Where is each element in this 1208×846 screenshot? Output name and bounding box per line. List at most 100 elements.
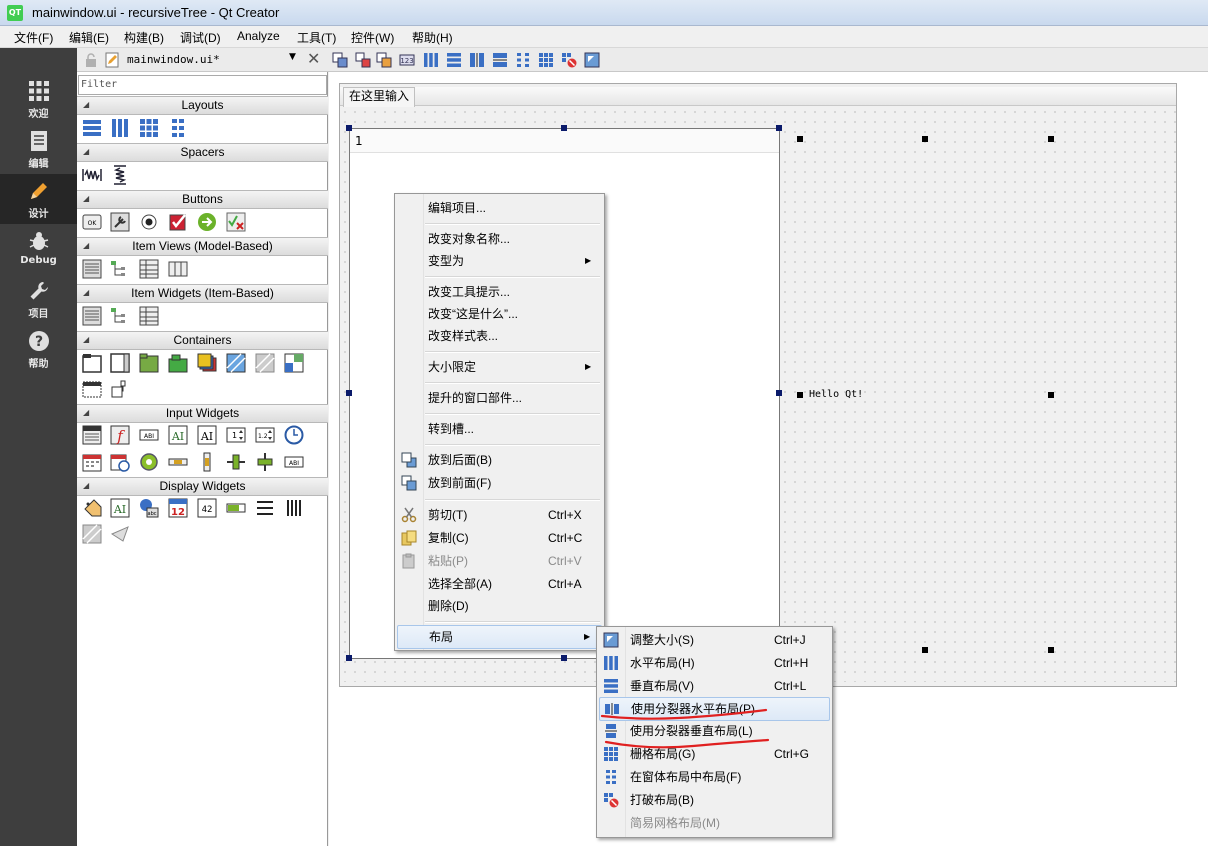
label-icon[interactable]	[82, 498, 102, 518]
menu-item-delete[interactable]: 删除(D)	[397, 595, 600, 617]
menu-item-vertical-layout[interactable]: 垂直布局(V) Ctrl+L	[599, 675, 828, 697]
scroll-area-icon[interactable]	[110, 353, 130, 373]
lcd-number-icon[interactable]: 42	[197, 498, 217, 518]
selection-handle[interactable]	[797, 136, 803, 142]
selection-handle[interactable]	[346, 655, 352, 661]
menu-item-change-object-name[interactable]: 改变对象名称...	[397, 228, 600, 250]
menu-item-change-tooltip[interactable]: 改变工具提示...	[397, 281, 600, 303]
selection-handle[interactable]	[561, 655, 567, 661]
lock-icon[interactable]	[85, 53, 97, 67]
dialog-button-box-icon[interactable]	[226, 212, 246, 232]
selection-handle[interactable]	[922, 647, 928, 653]
selection-handle[interactable]	[922, 136, 928, 142]
stacked-widget-icon[interactable]	[197, 353, 217, 373]
menu-item-paste[interactable]: 粘贴(P) Ctrl+V	[397, 550, 600, 572]
selection-handle[interactable]	[346, 390, 352, 396]
menu-item-bring-to-front[interactable]: 放到前面(F)	[397, 472, 600, 494]
tool-button-icon[interactable]	[110, 212, 130, 232]
text-edit-icon[interactable]: AI	[168, 425, 188, 445]
widget-icon[interactable]	[255, 353, 275, 373]
text-browser-icon[interactable]: AI	[110, 498, 130, 518]
menu-item-break-layout[interactable]: 打破布局(B)	[599, 789, 828, 811]
list-view-icon[interactable]	[82, 259, 102, 279]
vertical-line-icon[interactable]	[284, 498, 304, 518]
collapse-icon[interactable]: ◢	[83, 478, 89, 494]
adjust-size-icon[interactable]	[584, 52, 600, 68]
horizontal-slider-icon[interactable]	[226, 452, 246, 472]
vertical-scroll-bar-icon[interactable]	[197, 452, 217, 472]
splitter-vertical-icon[interactable]	[492, 52, 508, 68]
table-widget-icon[interactable]	[139, 306, 159, 326]
menu-item-change-whats-this[interactable]: 改变“这是什么”...	[397, 303, 600, 325]
line-edit-icon[interactable]: ABI	[139, 425, 159, 445]
grid-layout-icon[interactable]	[538, 52, 554, 68]
combo-box-icon[interactable]	[82, 425, 102, 445]
vertical-layout-icon[interactable]	[446, 52, 462, 68]
menu-debug[interactable]: 调试(D)	[180, 29, 221, 46]
menu-item-go-to-slot[interactable]: 转到槽...	[397, 418, 600, 440]
double-spin-box-icon[interactable]: 1.2	[255, 425, 275, 445]
list-widget-icon[interactable]	[82, 306, 102, 326]
menu-item-layout[interactable]: 布局 ▶	[397, 625, 602, 649]
horizontal-spacer-icon[interactable]	[82, 165, 102, 185]
menu-item-simplify-grid-layout[interactable]: 简易网格布局(M)	[599, 812, 828, 834]
menu-item-size-constraints[interactable]: 大小限定 ▶	[397, 356, 600, 378]
selection-handle[interactable]	[1048, 392, 1054, 398]
menu-item-change-stylesheet[interactable]: 改变样式表...	[397, 325, 600, 347]
form-layout-icon[interactable]	[168, 118, 188, 138]
chevron-down-icon[interactable]: ▼	[289, 52, 296, 62]
mode-welcome[interactable]: 欢迎	[0, 74, 77, 124]
table-view-icon[interactable]	[139, 259, 159, 279]
form-layout-icon[interactable]	[515, 52, 531, 68]
menu-analyze[interactable]: Analyze	[237, 29, 280, 43]
menu-item-select-all[interactable]: 选择全部(A) Ctrl+A	[397, 573, 600, 595]
time-edit-icon[interactable]	[284, 425, 304, 445]
category-layouts[interactable]: ◢ Layouts	[77, 96, 328, 115]
menu-item-send-to-back[interactable]: 放到后面(B)	[397, 449, 600, 471]
menu-file[interactable]: 文件(F)	[14, 29, 53, 46]
quick-widget-icon[interactable]	[110, 524, 130, 544]
dial-icon[interactable]	[139, 452, 159, 472]
mode-projects[interactable]: 项目	[0, 274, 77, 324]
key-sequence-edit-icon[interactable]: ABI	[284, 452, 304, 472]
category-display-widgets[interactable]: ◢ Display Widgets	[77, 477, 328, 496]
selection-handle[interactable]	[1048, 647, 1054, 653]
selection-handle[interactable]	[346, 125, 352, 131]
progress-bar-icon[interactable]	[226, 498, 246, 518]
filter-input[interactable]: Filter	[78, 75, 327, 95]
grid-layout-icon[interactable]	[139, 118, 159, 138]
edit-signals-slots-icon[interactable]	[355, 52, 371, 68]
date-time-edit-icon[interactable]	[110, 452, 130, 472]
menu-item-cut[interactable]: 剪切(T) Ctrl+X	[397, 504, 600, 526]
menu-item-morph-into[interactable]: 变型为 ▶	[397, 250, 600, 272]
column-view-icon[interactable]	[168, 259, 188, 279]
menu-build[interactable]: 构建(B)	[124, 29, 164, 46]
break-layout-icon[interactable]	[561, 52, 577, 68]
mode-help[interactable]: ? 帮助	[0, 324, 77, 374]
selection-handle[interactable]	[797, 392, 803, 398]
mode-design[interactable]: 设计	[0, 174, 77, 224]
horizontal-line-icon[interactable]	[255, 498, 275, 518]
tree-view-icon[interactable]	[110, 259, 130, 279]
graphics-view-icon[interactable]: abc	[139, 498, 159, 518]
selection-handle[interactable]	[776, 390, 782, 396]
push-button-icon[interactable]: OK	[82, 212, 102, 232]
tab-widget-icon[interactable]	[168, 353, 188, 373]
menu-edit[interactable]: 编辑(E)	[69, 29, 109, 46]
edit-buddies-icon[interactable]	[376, 52, 392, 68]
close-icon[interactable]: ✕	[307, 49, 320, 68]
category-containers[interactable]: ◢ Containers	[77, 331, 328, 350]
mdi-area-icon[interactable]	[284, 353, 304, 373]
collapse-icon[interactable]: ◢	[83, 97, 89, 113]
axwidget-icon[interactable]	[110, 379, 130, 399]
menu-item-promoted-widgets[interactable]: 提升的窗口部件...	[397, 387, 600, 409]
command-link-icon[interactable]	[197, 212, 217, 232]
opengl-widget-icon[interactable]	[82, 524, 102, 544]
edit-widgets-icon[interactable]	[332, 52, 348, 68]
horizontal-layout-icon[interactable]	[110, 118, 130, 138]
selection-handle[interactable]	[776, 125, 782, 131]
collapse-icon[interactable]: ◢	[83, 238, 89, 254]
spin-box-icon[interactable]: 1	[226, 425, 246, 445]
splitter-horizontal-icon[interactable]	[469, 52, 485, 68]
font-combo-box-icon[interactable]: f	[110, 425, 130, 445]
